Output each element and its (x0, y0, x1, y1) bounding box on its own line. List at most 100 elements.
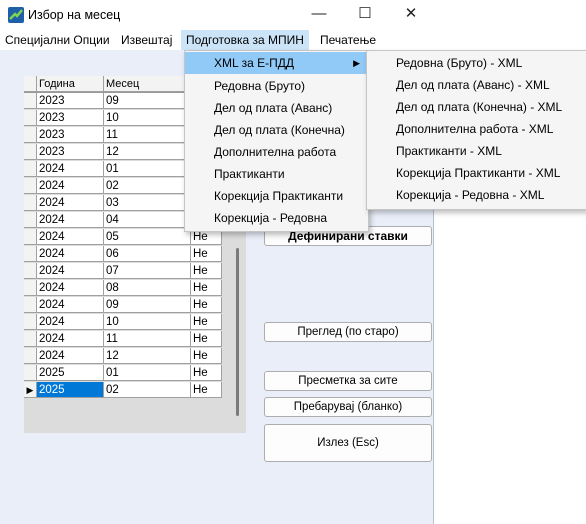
cell-month[interactable]: 04 (104, 212, 191, 228)
cell-year[interactable]: 2024 (37, 246, 104, 262)
cell-month[interactable]: 03 (104, 195, 191, 211)
row-header[interactable] (24, 331, 37, 347)
search-blank-button[interactable]: Пребарувај (бланко) (264, 397, 432, 417)
cell-month[interactable]: 11 (104, 127, 191, 143)
row-header[interactable] (24, 110, 37, 126)
cell-flag[interactable]: Не (191, 297, 222, 313)
menu-report[interactable]: Извештај (116, 30, 177, 50)
cell-flag[interactable]: Не (191, 280, 222, 296)
menu-additional-work[interactable]: Дополнителна работа (185, 141, 336, 163)
cell-year[interactable]: 2024 (37, 297, 104, 313)
row-header[interactable] (24, 178, 37, 194)
menu-mpin-prep[interactable]: Подготовка за МПИН (181, 30, 309, 50)
cell-month[interactable]: 02 (104, 178, 191, 194)
table-row[interactable]: 2024 08 Не (24, 280, 246, 297)
submenu-interns-correction-xml[interactable]: Корекција Практиканти - XML (367, 162, 560, 184)
menu-advance[interactable]: Дел од плата (Аванс) (185, 97, 332, 119)
row-header[interactable] (24, 93, 37, 109)
cell-year[interactable]: 2024 (37, 314, 104, 330)
cell-flag[interactable]: Не (191, 365, 222, 381)
cell-month[interactable]: 06 (104, 246, 191, 262)
cell-year[interactable]: 2023 (37, 110, 104, 126)
menu-regular-gross[interactable]: Редовна (Бруто) (185, 75, 305, 97)
header-month[interactable]: Месец (104, 76, 191, 92)
preview-old-button[interactable]: Преглед (по старо) (264, 322, 432, 342)
submenu-regular-correction-xml[interactable]: Корекција - Редовна - XML (367, 184, 544, 206)
cell-year[interactable]: 2025 (37, 365, 104, 381)
row-header[interactable] (24, 348, 37, 364)
row-header[interactable] (24, 263, 37, 279)
cell-year[interactable]: 2024 (37, 195, 104, 211)
row-header[interactable] (24, 161, 37, 177)
table-row[interactable]: 2024 12 Не (24, 348, 246, 365)
row-header[interactable] (24, 365, 37, 381)
cell-year[interactable]: 2025 (37, 382, 104, 398)
row-header[interactable] (24, 297, 37, 313)
table-row[interactable]: 2024 09 Не (24, 297, 246, 314)
row-header[interactable] (24, 127, 37, 143)
menu-regular-correction[interactable]: Корекција - Редовна (185, 207, 327, 229)
cell-year[interactable]: 2024 (37, 212, 104, 228)
calculate-all-button[interactable]: Пресметка за сите (264, 371, 432, 391)
cell-flag[interactable]: Не (191, 246, 222, 262)
cell-flag[interactable]: Не (191, 314, 222, 330)
submenu-final-xml[interactable]: Дел од плата (Конечна) - XML (367, 96, 562, 118)
menu-interns-correction[interactable]: Корекција Практиканти (185, 185, 343, 207)
cell-flag[interactable]: Не (191, 348, 222, 364)
table-row[interactable]: ▶ 2025 02 Не (24, 382, 246, 399)
cell-flag[interactable]: Не (191, 331, 222, 347)
row-header[interactable] (24, 195, 37, 211)
cell-month[interactable]: 09 (104, 93, 191, 109)
menu-special-options[interactable]: Специјални Опции (0, 30, 115, 50)
row-header[interactable] (24, 212, 37, 228)
exit-button[interactable]: Излез (Esc) (264, 424, 432, 462)
cell-month[interactable]: 01 (104, 365, 191, 381)
row-header[interactable] (24, 246, 37, 262)
header-year[interactable]: Година (37, 76, 104, 92)
cell-month[interactable]: 10 (104, 110, 191, 126)
cell-year[interactable]: 2024 (37, 178, 104, 194)
table-row[interactable]: 2024 11 Не (24, 331, 246, 348)
grid-scrollbar[interactable] (236, 248, 239, 416)
table-row[interactable]: 2024 10 Не (24, 314, 246, 331)
cell-month[interactable]: 10 (104, 314, 191, 330)
cell-year[interactable]: 2023 (37, 93, 104, 109)
menu-xml-epdd[interactable]: XML за Е-ПДД ▶ (185, 52, 366, 74)
cell-flag[interactable]: Не (191, 263, 222, 279)
menu-final[interactable]: Дел од плата (Конечна) (185, 119, 345, 141)
cell-month[interactable]: 11 (104, 331, 191, 347)
submenu-interns-xml[interactable]: Практиканти - XML (367, 140, 502, 162)
cell-month[interactable]: 12 (104, 348, 191, 364)
submenu-regular-gross-xml[interactable]: Редовна (Бруто) - XML (367, 52, 522, 74)
cell-month[interactable]: 05 (104, 229, 191, 245)
minimize-button[interactable]: — (296, 0, 342, 30)
cell-flag[interactable]: Не (191, 382, 222, 398)
row-header[interactable] (24, 280, 37, 296)
submenu-additional-work-xml[interactable]: Дополнителна работа - XML (367, 118, 553, 140)
cell-year[interactable]: 2024 (37, 280, 104, 296)
row-header[interactable] (24, 144, 37, 160)
cell-year[interactable]: 2023 (37, 144, 104, 160)
cell-year[interactable]: 2024 (37, 161, 104, 177)
cell-year[interactable]: 2024 (37, 348, 104, 364)
cell-year[interactable]: 2023 (37, 127, 104, 143)
cell-month[interactable]: 08 (104, 280, 191, 296)
table-row[interactable]: 2024 06 Не (24, 246, 246, 263)
cell-year[interactable]: 2024 (37, 229, 104, 245)
cell-year[interactable]: 2024 (37, 331, 104, 347)
cell-month[interactable]: 09 (104, 297, 191, 313)
table-row[interactable]: 2025 01 Не (24, 365, 246, 382)
cell-month[interactable]: 07 (104, 263, 191, 279)
cell-month[interactable]: 02 (104, 382, 191, 398)
cell-year[interactable]: 2024 (37, 263, 104, 279)
submenu-advance-xml[interactable]: Дел од плата (Аванс) - XML (367, 74, 550, 96)
cell-month[interactable]: 01 (104, 161, 191, 177)
row-header[interactable]: ▶ (24, 382, 37, 398)
row-header[interactable] (24, 314, 37, 330)
row-header[interactable] (24, 229, 37, 245)
table-row[interactable]: 2024 07 Не (24, 263, 246, 280)
cell-month[interactable]: 12 (104, 144, 191, 160)
menu-print[interactable]: Печатење (315, 30, 381, 50)
maximize-button[interactable]: ☐ (342, 0, 388, 30)
close-button[interactable]: ✕ (388, 0, 434, 30)
